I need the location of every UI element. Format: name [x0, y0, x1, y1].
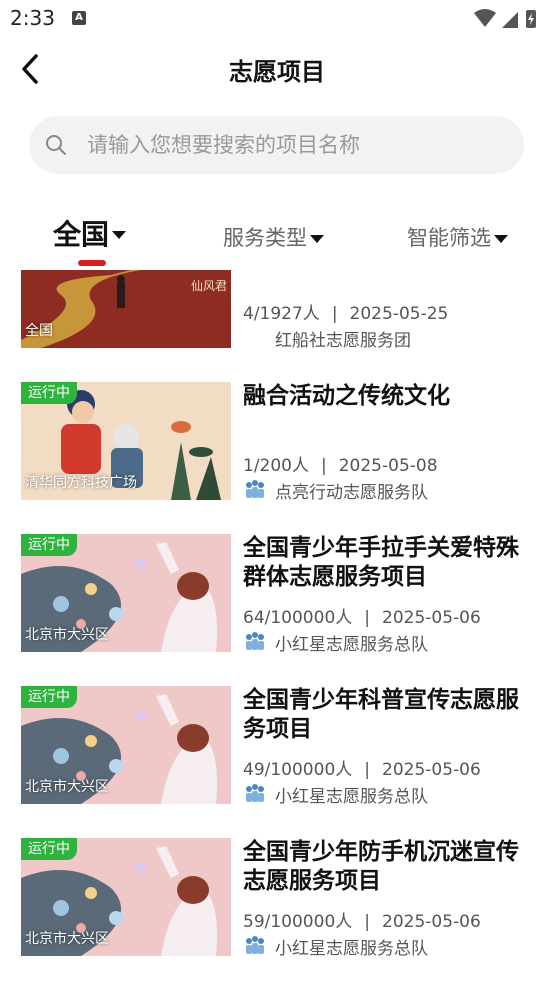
project-list[interactable]: 仙风君 全国 4/1927人 | 2025-05-25 红船社志愿服务团 运行中…: [0, 270, 554, 985]
search-bar[interactable]: [29, 116, 524, 174]
project-thumbnail: 运行中 北京市大兴区: [21, 838, 231, 956]
header: 志愿项目: [0, 38, 554, 100]
org-name: 红船社志愿服务团: [275, 330, 411, 351]
project-title: 全国青少年科普宣传志愿服务项目: [243, 687, 519, 742]
participants: 64/100000人: [243, 608, 353, 628]
status-icons: [474, 9, 536, 28]
thumbnail-signature: 仙风君: [191, 279, 227, 293]
project-org: 小红星志愿服务总队: [243, 933, 428, 959]
project-location: 全国: [25, 323, 53, 339]
org-name: 小红星志愿服务总队: [275, 786, 428, 807]
caret-down-icon: [494, 235, 508, 243]
project-meta: 49/100000人 | 2025-05-06: [243, 760, 481, 780]
wifi-icon: [474, 9, 496, 27]
org-avatar-icon: [246, 936, 264, 954]
filter-smart[interactable]: 智能筛选: [407, 222, 508, 252]
date: 2025-05-06: [382, 912, 481, 932]
project-meta: 1/200人 | 2025-05-08: [243, 456, 438, 476]
status-badge: 运行中: [21, 686, 77, 708]
status-badge: 运行中: [21, 382, 77, 404]
project-title: 全国青少年防手机沉迷宣传志愿服务项目: [243, 839, 519, 894]
participants: 59/100000人: [243, 912, 353, 932]
project-org: 红船社志愿服务团: [243, 325, 411, 351]
project-location: 北京市大兴区: [25, 779, 109, 795]
caret-down-icon: [112, 231, 127, 239]
notification-icon: A: [72, 11, 86, 25]
filter-smart-label: 智能筛选: [407, 226, 491, 250]
filter-region-label: 全国: [53, 218, 110, 251]
project-location: 清华同方科技广场: [25, 475, 137, 491]
project-meta: 64/100000人 | 2025-05-06: [243, 608, 481, 628]
caret-down-icon: [310, 235, 324, 243]
signal-icon: [502, 12, 518, 28]
project-org: 小红星志愿服务总队: [243, 629, 428, 655]
date: 2025-05-06: [382, 760, 481, 780]
status-badge: 运行中: [21, 534, 77, 556]
date: 2025-05-06: [382, 608, 481, 628]
project-card[interactable]: 运行中 北京市大兴区 全国青少年手拉手关爱特殊群体志愿服务项目 64/10000…: [0, 534, 554, 655]
project-meta: 59/100000人 | 2025-05-06: [243, 912, 481, 932]
date: 2025-05-25: [349, 304, 449, 324]
project-location: 北京市大兴区: [25, 931, 109, 947]
project-thumbnail: 运行中 清华同方科技广场: [21, 382, 231, 500]
org-avatar-icon: [246, 480, 264, 498]
org-avatar-icon: [246, 784, 264, 802]
status-time: 2:33: [10, 6, 55, 30]
active-tab-indicator: [78, 260, 106, 266]
status-bar: 2:33 A: [0, 0, 554, 38]
org-name: 小红星志愿服务总队: [275, 634, 428, 655]
project-title: 融合活动之传统文化: [243, 383, 450, 409]
filter-service-type-label: 服务类型: [223, 226, 307, 250]
participants: 4/1927人: [243, 304, 320, 324]
filter-bar: 全国 服务类型 智能筛选: [0, 205, 554, 267]
project-thumbnail: 运行中 北京市大兴区: [21, 686, 231, 804]
project-card[interactable]: 仙风君 全国 4/1927人 | 2025-05-25 红船社志愿服务团: [0, 270, 554, 351]
project-meta: 4/1927人 | 2025-05-25: [243, 304, 449, 324]
org-avatar-icon: [246, 632, 264, 650]
project-location: 北京市大兴区: [25, 627, 109, 643]
org-name: 点亮行动志愿服务队: [275, 482, 428, 503]
org-icon: [243, 326, 267, 350]
project-title: 全国青少年手拉手关爱特殊群体志愿服务项目: [243, 535, 519, 590]
filter-region[interactable]: 全国: [53, 213, 127, 253]
project-org: 小红星志愿服务总队: [243, 781, 428, 807]
participants: 49/100000人: [243, 760, 353, 780]
project-thumbnail: 运行中 北京市大兴区: [21, 534, 231, 652]
filter-service-type[interactable]: 服务类型: [223, 222, 324, 252]
project-card[interactable]: 运行中 清华同方科技广场 融合活动之传统文化 1/200人 | 2025-05-08…: [0, 382, 554, 503]
org-name: 小红星志愿服务总队: [275, 938, 428, 959]
project-thumbnail: 仙风君 全国: [21, 270, 231, 348]
project-card[interactable]: 运行中 北京市大兴区 全国青少年科普宣传志愿服务项目 49/100000人 | 20…: [0, 686, 554, 807]
status-badge: 运行中: [21, 838, 77, 860]
date: 2025-05-08: [338, 456, 438, 476]
project-org: 点亮行动志愿服务队: [243, 477, 428, 503]
page-title: 志愿项目: [229, 58, 325, 86]
participants: 1/200人: [243, 456, 309, 476]
project-card[interactable]: 运行中 北京市大兴区 全国青少年防手机沉迷宣传志愿服务项目 59/100000人…: [0, 838, 554, 959]
search-icon: [46, 135, 66, 155]
search-input[interactable]: [87, 116, 507, 174]
